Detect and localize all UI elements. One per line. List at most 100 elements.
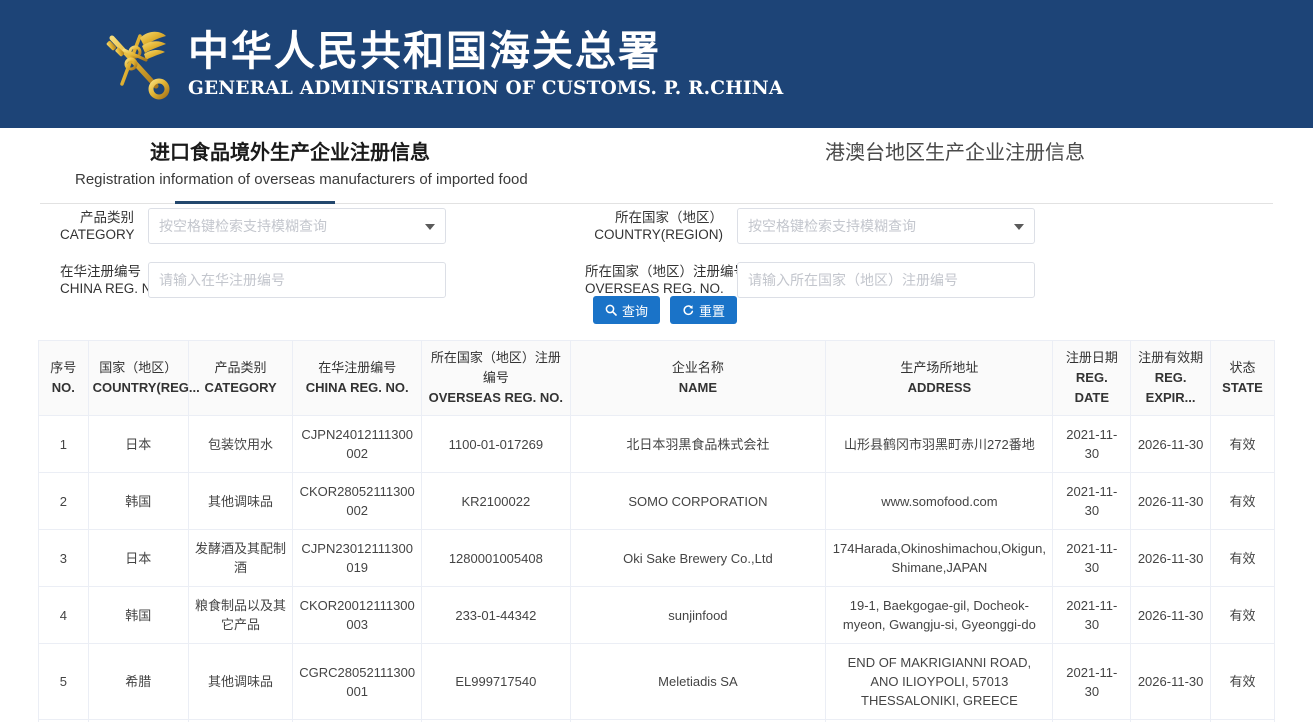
tab-hk-macao-taiwan-title-cn: 港澳台地区生产企业注册信息 <box>785 138 1125 166</box>
cell-country: 日本 <box>88 416 188 473</box>
brand-title-cn: 中华人民共和国海关总署 <box>188 29 783 75</box>
cell-country: 日本 <box>88 530 188 587</box>
field-china-reg-no-label-cn: 在华注册编号 <box>60 263 134 280</box>
cell-overseas-reg-no: 1280001005408 <box>422 530 570 587</box>
tab-imported-food[interactable]: 进口食品境外生产企业注册信息 Registration information … <box>75 138 505 192</box>
cell-reg-date: 2021-11-30 <box>1053 530 1131 587</box>
customs-emblem-icon <box>100 26 172 102</box>
col-reg-expire-cn: 注册有效期 <box>1135 348 1206 368</box>
cell-address: 174Harada,Okinoshimachou,Okigun,Shimane,… <box>826 530 1053 587</box>
field-china-reg-no-label-en: CHINA REG. NO. <box>60 280 134 297</box>
col-china-reg-no-en: CHINA REG. NO. <box>297 378 417 398</box>
cell-state: 有效 <box>1211 416 1275 473</box>
cell-state: 有效 <box>1211 473 1275 530</box>
col-state-en: STATE <box>1215 378 1270 398</box>
col-name-en: NAME <box>575 378 822 398</box>
cell-category: 其他调味品 <box>188 473 292 530</box>
cell-reg-date: 2021-11-30 <box>1053 473 1131 530</box>
field-country-region: 所在国家（地区） COUNTRY(REGION) 按空格键检索支持模糊查询 <box>585 208 1035 244</box>
field-overseas-reg-no: 所在国家（地区）注册编号 OVERSEAS REG. NO. 请输入所在国家（地… <box>585 262 1035 298</box>
cell-no: 1 <box>39 416 88 473</box>
field-category-label-cn: 产品类别 <box>60 209 134 226</box>
china-reg-no-input[interactable]: 请输入在华注册编号 <box>148 262 446 298</box>
col-country: 国家（地区） COUNTRY(REG... <box>88 341 188 416</box>
search-button[interactable]: 查询 <box>593 296 660 324</box>
cell-state: 有效 <box>1211 644 1275 720</box>
col-address: 生产场所地址 ADDRESS <box>826 341 1053 416</box>
cell-reg-expire: 2026-11-30 <box>1131 644 1211 720</box>
col-name-cn: 企业名称 <box>575 358 822 378</box>
cell-no: 2 <box>39 473 88 530</box>
china-reg-no-placeholder: 请输入在华注册编号 <box>159 270 285 290</box>
cell-reg-expire: 2026-11-30 <box>1131 473 1211 530</box>
cell-category: 包装饮用水 <box>188 416 292 473</box>
site-masthead: 中华人民共和国海关总署 GENERAL ADMINISTRATION OF CU… <box>0 0 1313 128</box>
cell-reg-expire: 2026-11-30 <box>1131 587 1211 644</box>
cell-country: 韩国 <box>88 587 188 644</box>
overseas-reg-no-input[interactable]: 请输入所在国家（地区）注册编号 <box>737 262 1035 298</box>
category-select[interactable]: 按空格键检索支持模糊查询 <box>148 208 446 244</box>
col-state: 状态 STATE <box>1211 341 1275 416</box>
cell-overseas-reg-no: 1100-01-017269 <box>422 416 570 473</box>
refresh-icon <box>682 304 694 316</box>
col-state-cn: 状态 <box>1215 358 1270 378</box>
col-name: 企业名称 NAME <box>570 341 826 416</box>
tab-imported-food-title-cn: 进口食品境外生产企业注册信息 <box>75 138 505 166</box>
col-category-cn: 产品类别 <box>193 358 288 378</box>
table-row[interactable]: 3日本发酵酒及其配制酒CJPN2301211130001912800010054… <box>39 530 1274 587</box>
brand-title-en: GENERAL ADMINISTRATION OF CUSTOMS. P. R.… <box>188 78 783 99</box>
field-china-reg-no-label: 在华注册编号 CHINA REG. NO. <box>60 263 148 297</box>
table-row[interactable]: 4韩国粮食制品以及其它产品CKOR20012111300003233-01-44… <box>39 587 1274 644</box>
cell-name: 北日本羽黒食品株式会社 <box>570 416 826 473</box>
tab-list: 进口食品境外生产企业注册信息 Registration information … <box>40 128 1273 204</box>
cell-category: 其他调味品 <box>188 644 292 720</box>
field-category-label: 产品类别 CATEGORY <box>60 209 148 243</box>
search-icon <box>605 304 617 316</box>
cell-state: 有效 <box>1211 530 1275 587</box>
tab-hk-macao-taiwan[interactable]: 港澳台地区生产企业注册信息 <box>785 138 1125 166</box>
col-reg-date-en: REG. DATE <box>1057 368 1126 408</box>
results-table: 序号 NO. 国家（地区） COUNTRY(REG... 产品类别 CATEGO… <box>39 341 1274 722</box>
reset-button[interactable]: 重置 <box>670 296 737 324</box>
chevron-down-icon[interactable] <box>1014 224 1024 230</box>
search-button-label: 查询 <box>622 301 648 320</box>
field-category-label-en: CATEGORY <box>60 226 134 243</box>
field-country-region-label-cn: 所在国家（地区） <box>585 209 723 226</box>
cell-china-reg-no: CJPN23012111300019 <box>293 530 422 587</box>
col-address-cn: 生产场所地址 <box>830 358 1048 378</box>
cell-address: END OF MAKRIGIANNI ROAD, ANO ILIOYPOLI, … <box>826 644 1053 720</box>
col-country-cn: 国家（地区） <box>93 358 184 378</box>
col-reg-date-cn: 注册日期 <box>1057 348 1126 368</box>
brand-text: 中华人民共和国海关总署 GENERAL ADMINISTRATION OF CU… <box>188 29 783 99</box>
country-region-select[interactable]: 按空格键检索支持模糊查询 <box>737 208 1035 244</box>
chevron-down-icon[interactable] <box>425 224 435 230</box>
cell-overseas-reg-no: 233-01-44342 <box>422 587 570 644</box>
col-address-en: ADDRESS <box>830 378 1048 398</box>
cell-reg-date: 2021-11-30 <box>1053 644 1131 720</box>
col-no-en: NO. <box>43 378 84 398</box>
search-form: 产品类别 CATEGORY 按空格键检索支持模糊查询 在华注册编号 CHINA … <box>40 204 1273 334</box>
col-reg-expire-en: REG. EXPIR... <box>1135 368 1206 408</box>
cell-category: 发酵酒及其配制酒 <box>188 530 292 587</box>
col-overseas-reg-no-en: OVERSEAS REG. NO. <box>426 388 565 408</box>
field-china-reg-no: 在华注册编号 CHINA REG. NO. 请输入在华注册编号 <box>60 262 446 298</box>
table-row[interactable]: 2韩国其他调味品CKOR28052111300002KR2100022SOMO … <box>39 473 1274 530</box>
cell-country: 韩国 <box>88 473 188 530</box>
cell-country: 希腊 <box>88 644 188 720</box>
results-table-head: 序号 NO. 国家（地区） COUNTRY(REG... 产品类别 CATEGO… <box>39 341 1274 416</box>
cell-overseas-reg-no: EL999717540 <box>422 644 570 720</box>
table-row[interactable]: 5希腊其他调味品CGRC28052111300001EL999717540Mel… <box>39 644 1274 720</box>
col-reg-date: 注册日期 REG. DATE <box>1053 341 1131 416</box>
tab-imported-food-title-en: Registration information of overseas man… <box>75 168 505 192</box>
field-country-region-label: 所在国家（地区） COUNTRY(REGION) <box>585 209 737 243</box>
cell-china-reg-no: CGRC28052111300001 <box>293 644 422 720</box>
field-overseas-reg-no-label-en: OVERSEAS REG. NO. <box>585 280 723 297</box>
table-header-row: 序号 NO. 国家（地区） COUNTRY(REG... 产品类别 CATEGO… <box>39 341 1274 416</box>
cell-reg-date: 2021-11-30 <box>1053 416 1131 473</box>
cell-no: 4 <box>39 587 88 644</box>
table-row[interactable]: 1日本包装饮用水CJPN240121113000021100-01-017269… <box>39 416 1274 473</box>
cell-name: Meletiadis SA <box>570 644 826 720</box>
cell-reg-expire: 2026-11-30 <box>1131 416 1211 473</box>
field-overseas-reg-no-label-cn: 所在国家（地区）注册编号 <box>585 263 723 280</box>
cell-name: Oki Sake Brewery Co.,Ltd <box>570 530 826 587</box>
